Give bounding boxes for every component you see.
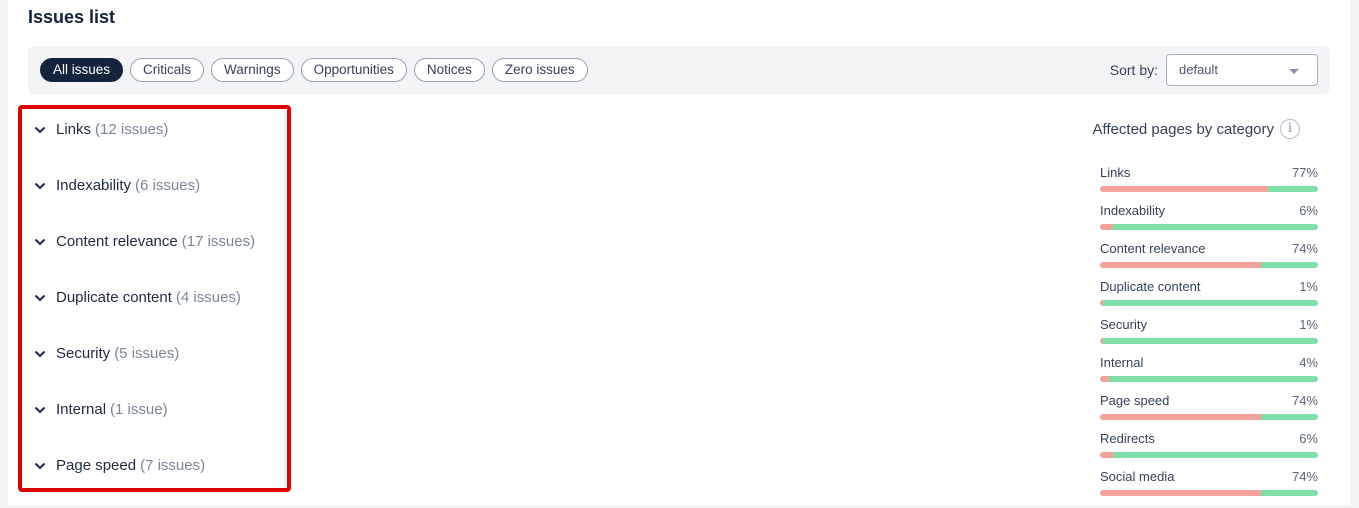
affected-pages-title: Affected pages by category <box>1092 120 1274 138</box>
affected-category-percent: 74% <box>1291 393 1318 408</box>
affected-category-bar <box>1100 338 1318 344</box>
affected-category-percent: 6% <box>1299 431 1318 446</box>
issue-category-name: Security <box>56 345 111 362</box>
affected-category: Indexability 6% <box>1100 202 1318 240</box>
issue-category-count: (5 issues) <box>114 345 180 362</box>
issue-category-count: (12 issues) <box>95 121 169 138</box>
filter-chip-warnings[interactable]: Warnings <box>211 58 294 82</box>
affected-pages-header: Affected pages by category i <box>1092 119 1300 139</box>
affected-category-bar <box>1100 300 1318 306</box>
filter-chip-opportunities[interactable]: Opportunities <box>300 58 407 82</box>
affected-category: Page speed 74% <box>1100 392 1318 430</box>
affected-category: Internal 4% <box>1100 354 1318 392</box>
sort-control: Sort by: default <box>1110 54 1318 86</box>
issue-category-name: Links <box>56 121 92 138</box>
issue-category-count: (17 issues) <box>181 233 256 250</box>
affected-categories-list: Links 77% Indexability 6% Content relevanc… <box>1100 164 1318 506</box>
affected-category-percent: 77% <box>1291 165 1318 180</box>
issue-category-count: (1 issue) <box>110 401 168 418</box>
affected-bar-fill <box>1100 414 1262 420</box>
affected-category-name: Links <box>1100 165 1131 180</box>
chevron-down-icon <box>34 172 48 200</box>
issue-category-count: (4 issues) <box>175 289 241 306</box>
chevron-down-icon <box>34 340 48 368</box>
affected-category-percent: 74% <box>1291 241 1318 256</box>
affected-category: Duplicate content 1% <box>1100 278 1318 316</box>
issue-category-page-speed[interactable]: Page speed (7 issues) <box>34 452 255 508</box>
sort-select[interactable]: default <box>1166 54 1318 86</box>
affected-category-percent: 74% <box>1291 469 1318 484</box>
sort-value: default <box>1179 62 1219 77</box>
affected-category-name: Internal <box>1100 355 1144 370</box>
affected-category-name: Redirects <box>1100 431 1155 446</box>
issue-category-content-relevance[interactable]: Content relevance (17 issues) <box>34 228 255 284</box>
affected-category-bar <box>1100 376 1318 382</box>
filter-chip-zero-issues[interactable]: Zero issues <box>491 58 588 82</box>
affected-category-bar <box>1100 224 1318 230</box>
affected-category-bar <box>1100 186 1318 192</box>
affected-bar-fill <box>1100 490 1262 496</box>
affected-category-bar <box>1100 490 1318 496</box>
sort-label: Sort by: <box>1109 62 1158 78</box>
affected-category-bar <box>1100 414 1318 420</box>
affected-bar-fill <box>1100 300 1104 306</box>
page-title: Issues list <box>28 7 116 27</box>
affected-bar-fill <box>1100 186 1268 192</box>
issue-category-name: Internal <box>56 401 107 418</box>
affected-category: Redirects 6% <box>1100 430 1318 468</box>
affected-category: Content relevance 74% <box>1100 240 1318 278</box>
filter-chip-notices[interactable]: Notices <box>413 58 485 82</box>
chevron-down-icon <box>34 284 48 312</box>
chevron-down-icon <box>34 452 48 480</box>
affected-category-percent: 1% <box>1299 317 1318 332</box>
affected-bar-fill <box>1100 338 1104 344</box>
filter-chips: All issues Criticals Warnings Opportunit… <box>40 58 588 82</box>
affected-bar-fill <box>1100 224 1114 230</box>
affected-category: Social media 74% <box>1100 468 1318 506</box>
affected-category-name: Content relevance <box>1100 241 1206 256</box>
affected-category-bar <box>1100 452 1318 458</box>
issue-category-count: (7 issues) <box>140 457 206 474</box>
affected-category-percent: 1% <box>1299 279 1318 294</box>
issue-category-name: Page speed <box>56 457 137 474</box>
affected-category-percent: 6% <box>1299 203 1318 218</box>
affected-bar-fill <box>1100 452 1114 458</box>
filter-bar: All issues Criticals Warnings Opportunit… <box>28 46 1330 94</box>
chevron-down-icon <box>34 116 48 144</box>
affected-category-bar <box>1100 262 1318 268</box>
affected-category-name: Duplicate content <box>1100 279 1201 294</box>
chevron-down-icon <box>34 396 48 424</box>
filter-chip-criticals[interactable]: Criticals <box>130 58 205 82</box>
issue-category-internal[interactable]: Internal (1 issue) <box>34 396 255 452</box>
affected-bar-fill <box>1100 262 1262 268</box>
issue-category-security[interactable]: Security (5 issues) <box>34 340 255 396</box>
affected-category-name: Social media <box>1100 469 1175 484</box>
affected-category-name: Indexability <box>1100 203 1166 218</box>
issue-category-name: Indexability <box>56 177 132 194</box>
chevron-down-icon <box>34 228 48 256</box>
affected-category: Links 77% <box>1100 164 1318 202</box>
affected-category-percent: 4% <box>1299 355 1318 370</box>
affected-category: Security 1% <box>1100 316 1318 354</box>
issue-category-list: Links (12 issues) Indexability (6 issues… <box>34 116 255 508</box>
issue-category-count: (6 issues) <box>135 177 201 194</box>
filter-chip-all-issues[interactable]: All issues <box>40 58 124 82</box>
issue-category-duplicate-content[interactable]: Duplicate content (4 issues) <box>34 284 255 340</box>
issue-category-name: Content relevance <box>56 233 178 250</box>
issue-category-links[interactable]: Links (12 issues) <box>34 116 255 172</box>
issue-category-name: Duplicate content <box>56 289 172 306</box>
affected-bar-fill <box>1100 376 1109 382</box>
affected-category-name: Page speed <box>1100 393 1170 408</box>
issues-card: Issues list All issues Criticals Warning… <box>8 0 1350 505</box>
caret-down-icon <box>1289 69 1299 74</box>
affected-category-name: Security <box>1100 317 1147 332</box>
issue-category-indexability[interactable]: Indexability (6 issues) <box>34 172 255 228</box>
info-icon[interactable]: i <box>1280 119 1300 139</box>
